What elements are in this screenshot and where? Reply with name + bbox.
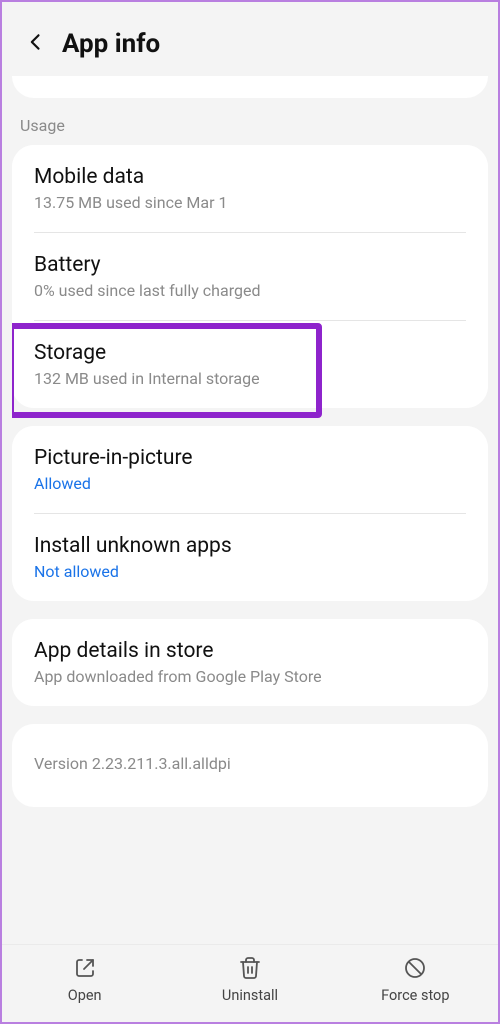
bottom-bar: Open Uninstall Force stop [2,944,498,1022]
back-button[interactable] [18,26,54,62]
previous-card-tail [12,76,488,98]
version-text: Version 2.23.211.3.all.alldpi [12,724,488,807]
mobile-data-title: Mobile data [34,165,466,189]
header: App info [12,12,488,76]
stop-icon [402,955,428,981]
content: Usage Mobile data 13.75 MB used since Ma… [12,76,488,934]
force-stop-label: Force stop [381,987,449,1004]
storage-item[interactable]: Storage 132 MB used in Internal storage [12,321,488,408]
page-title: App info [62,29,160,59]
app-details-sub: App downloaded from Google Play Store [34,667,466,686]
permissions-card: Picture-in-picture Allowed Install unkno… [12,426,488,601]
details-card: App details in store App downloaded from… [12,619,488,706]
app-details-title: App details in store [34,639,466,663]
mobile-data-item[interactable]: Mobile data 13.75 MB used since Mar 1 [12,145,488,232]
uninstall-button[interactable]: Uninstall [167,955,332,1004]
battery-sub: 0% used since last fully charged [34,281,466,300]
version-card: Version 2.23.211.3.all.alldpi [12,724,488,807]
usage-section-label: Usage [12,112,488,145]
pip-title: Picture-in-picture [34,446,466,470]
trash-icon [237,955,263,981]
open-label: Open [68,987,102,1004]
storage-title: Storage [34,341,466,365]
pip-sub: Allowed [34,474,466,493]
install-unknown-item[interactable]: Install unknown apps Not allowed [12,514,488,601]
battery-item[interactable]: Battery 0% used since last fully charged [12,233,488,320]
install-unknown-sub: Not allowed [34,562,466,581]
app-details-item[interactable]: App details in store App downloaded from… [12,619,488,706]
install-unknown-title: Install unknown apps [34,534,466,558]
storage-sub: 132 MB used in Internal storage [34,369,466,388]
battery-title: Battery [34,253,466,277]
usage-card: Mobile data 13.75 MB used since Mar 1 Ba… [12,145,488,408]
pip-item[interactable]: Picture-in-picture Allowed [12,426,488,513]
uninstall-label: Uninstall [222,987,278,1004]
open-icon [72,955,98,981]
force-stop-button[interactable]: Force stop [333,955,498,1004]
open-button[interactable]: Open [2,955,167,1004]
mobile-data-sub: 13.75 MB used since Mar 1 [34,193,466,212]
back-icon [26,32,46,56]
